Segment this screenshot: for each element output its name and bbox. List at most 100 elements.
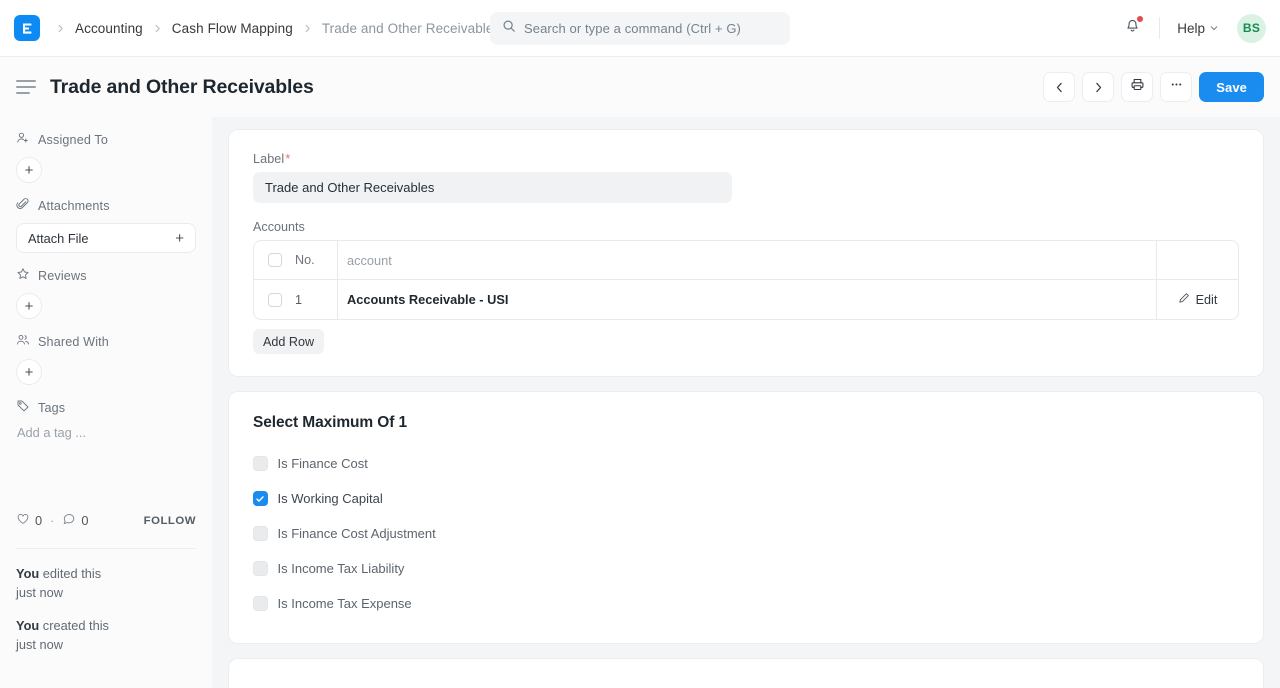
page-header: Trade and Other Receivables Save [0,57,1280,117]
reviews-header: Reviews [16,267,196,284]
attach-file-button[interactable]: Attach File + [16,223,196,253]
is-finance-cost-checkbox[interactable] [253,456,268,471]
tags-label: Tags [38,400,66,415]
notification-badge-dot [1137,16,1144,22]
grid-header-no: No. [295,253,315,267]
activity-actor-edited: You [16,566,40,581]
is-working-capital-label: Is Working Capital [277,491,383,506]
activity-text-created: created this [39,618,109,633]
sidebar-section-assigned-to: Assigned To + [16,131,196,183]
breadcrumb: Accounting Cash Flow Mapping Trade and O… [54,19,506,38]
row-account-value[interactable]: Accounts Receivable - USI [337,280,1156,319]
grid-header-actions [1156,241,1238,279]
help-menu-button[interactable]: Help [1170,17,1226,40]
card-select-maximum: Select Maximum Of 1 Is Finance Cost Is W… [228,391,1264,644]
assigned-to-label: Assigned To [38,132,109,147]
sidebar-section-reviews: Reviews + [16,267,196,319]
checkbox-row-is-income-tax-expense[interactable]: Is Income Tax Expense [253,586,1239,621]
grid-header-row: No. account [254,241,1238,280]
sidebar-section-tags: Tags Add a tag ... [16,399,196,441]
row-number: 1 [295,292,303,307]
add-share-button[interactable]: + [16,359,42,385]
activity-time-edited: just now [16,584,63,600]
is-income-tax-expense-label: Is Income Tax Expense [277,596,412,611]
reviews-label: Reviews [38,268,87,283]
comment-button[interactable]: 0 [62,512,89,529]
tags-header: Tags [16,399,196,416]
row-checkbox-cell[interactable] [254,292,295,307]
required-marker: * [285,152,291,166]
follow-button[interactable]: FOLLOW [144,515,196,527]
like-button[interactable]: 0 [16,512,42,529]
row-checkbox[interactable] [267,292,282,307]
more-options-button[interactable] [1160,72,1193,102]
attachments-header: Attachments [16,197,196,214]
sidebar-section-attachments: Attachments Attach File + [16,197,196,253]
add-assignment-button[interactable]: + [16,157,42,183]
card-details: Label* Trade and Other Receivables Accou… [228,129,1264,377]
assigned-to-header: Assigned To [16,131,196,148]
row-edit-button[interactable]: Edit [1156,280,1238,319]
erpnext-logo-icon[interactable] [14,15,40,41]
select-all-checkbox[interactable] [267,253,282,267]
is-working-capital-checkbox[interactable] [253,491,268,506]
users-icon [16,333,30,350]
breadcrumb-item-accounting[interactable]: Accounting [69,19,149,38]
page-actions: Save [1043,72,1264,102]
add-tag-input[interactable]: Add a tag ... [16,425,196,440]
select-all-checkbox-cell[interactable] [254,253,295,267]
save-button[interactable]: Save [1199,72,1264,102]
sidebar-divider [16,548,196,549]
is-income-tax-liability-label: Is Income Tax Liability [277,561,405,576]
search-input[interactable]: Search or type a command (Ctrl + G) [490,12,790,45]
notifications-button[interactable] [1116,12,1149,44]
social-separator: · [50,513,55,528]
sidebar-section-shared-with: Shared With + [16,333,196,385]
main-content: Label* Trade and Other Receivables Accou… [212,117,1280,688]
accounts-grid-label: Accounts [253,220,305,234]
checkbox-row-is-income-tax-liability[interactable]: Is Income Tax Liability [253,551,1239,586]
is-finance-cost-adjustment-checkbox[interactable] [253,526,268,541]
star-icon [16,267,30,284]
tag-icon [16,399,30,416]
comment-count: 0 [81,513,89,528]
add-row-button[interactable]: Add Row [253,329,325,354]
user-plus-icon [16,131,30,148]
activity-text-edited: edited this [39,566,102,581]
is-income-tax-liability-checkbox[interactable] [253,561,268,576]
plus-icon: + [175,229,184,247]
pencil-icon [1178,292,1190,307]
search-wrapper: Search or type a command (Ctrl + G) [490,12,790,45]
table-row[interactable]: 1 Accounts Receivable - USI Edit [254,280,1238,319]
print-button[interactable] [1121,72,1154,102]
prev-button[interactable] [1043,72,1076,102]
next-button[interactable] [1082,72,1115,102]
accounts-grid: No. account 1 Accounts Receivable - USI [253,240,1239,320]
chevron-down-icon [1209,21,1219,36]
section-title-select-maximum: Select Maximum Of 1 [253,414,408,431]
is-finance-cost-label: Is Finance Cost [277,456,368,471]
breadcrumb-item-current: Trade and Other Receivables [321,20,501,36]
label-field-label: Label* [253,152,1239,166]
activity-item-edited: You edited this just now [16,565,196,602]
page-body: Assigned To + Attachments Attach File + [0,117,1280,688]
label-input[interactable]: Trade and Other Receivables [253,172,732,203]
shared-with-label: Shared With [38,334,109,349]
avatar[interactable]: BS [1237,13,1266,43]
like-count: 0 [35,513,43,528]
activity-actor-created: You [16,618,40,633]
checkbox-row-is-finance-cost-adjustment[interactable]: Is Finance Cost Adjustment [253,516,1239,551]
sidebar-toggle-icon[interactable] [16,80,36,94]
checkbox-row-is-finance-cost[interactable]: Is Finance Cost [253,446,1239,481]
activity-time-created: just now [16,636,63,652]
breadcrumb-item-cash-flow-mapping[interactable]: Cash Flow Mapping [166,19,299,38]
checkbox-row-is-working-capital[interactable]: Is Working Capital [253,481,1239,516]
breadcrumb-separator-1 [151,23,164,34]
label-field-text: Label [253,152,285,166]
social-row: 0 · 0 FOLLOW [16,512,196,529]
is-income-tax-expense-checkbox[interactable] [253,596,268,611]
add-review-button[interactable]: + [16,293,42,319]
top-navbar: Accounting Cash Flow Mapping Trade and O… [0,0,1280,57]
activity-item-created: You created this just now [16,617,196,654]
ellipsis-icon [1169,77,1184,97]
